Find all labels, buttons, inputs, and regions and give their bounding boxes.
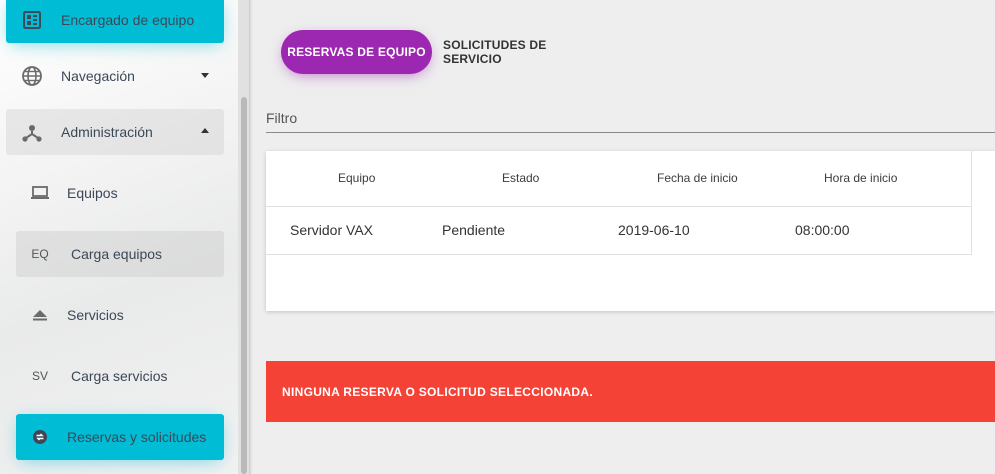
hub-icon [20,120,44,144]
sidebar-item-label: Carga servicios [71,368,168,384]
sidebar-item-label: Administración [61,124,153,140]
sidebar-item-administracion[interactable]: Administración [6,109,224,155]
globe-icon [20,64,44,88]
sidebar-item-servicios[interactable]: Servicios [16,292,224,338]
sidebar-item-carga-equipos[interactable]: EQ Carga equipos [16,231,224,277]
cell-fecha-inicio: 2019-06-10 [618,222,690,238]
mini-label: EQ [31,247,49,261]
filter-input[interactable] [266,104,995,132]
sidebar-item-label: Carga equipos [71,246,163,262]
swap-icon [28,429,52,445]
sidebar-item-navegacion[interactable]: Navegación [6,54,224,98]
no-selection-alert: NINGUNA RESERVA O SOLICITUD SELECCIONADA… [266,361,995,422]
sidebar-item-label: Equipos [67,185,118,201]
sidebar-item-reservas-solicitudes[interactable]: Reservas y solicitudes [16,414,224,460]
sidebar-item-label: Navegación [61,68,135,84]
laptop-icon [28,186,52,200]
sidebar-item-equipos[interactable]: Equipos [16,170,224,216]
sidebar-item-label: Encargado de equipo [61,12,195,28]
sidebar-item-carga-servicios[interactable]: SV Carga servicios [16,353,224,399]
main-content: RESERVAS DE EQUIPO SOLICITUDES DE SERVIC… [253,0,995,474]
column-header-equipo[interactable]: Equipo [338,171,375,185]
tab-solicitudes-servicio[interactable]: SOLICITUDES DE SERVICIO [443,30,607,74]
reservations-table-card: Equipo Estado Fecha de inicio Hora de in… [266,151,995,311]
mini-label: SV [31,369,48,383]
eject-icon [28,309,52,321]
cell-estado: Pendiente [442,222,506,238]
cell-hora-inicio: 08:00:00 [795,222,850,238]
table-divider [971,151,972,255]
column-header-fecha-inicio[interactable]: Fecha de inicio [657,171,738,185]
sidebar-item-label: Servicios [67,307,124,323]
chevron-down-icon [201,73,209,78]
sidebar-scrollbar-thumb[interactable] [241,97,247,474]
filter-field [266,104,995,133]
sidebar: Encargado de equipo Navegación Administr… [0,0,250,474]
table-header: Equipo Estado Fecha de inicio Hora de in… [266,151,971,207]
column-header-estado[interactable]: Estado [502,171,539,185]
table-row[interactable]: Servidor VAX Pendiente 2019-06-10 08:00:… [266,207,971,255]
chevron-up-icon [201,128,209,133]
dashboard-icon [20,8,44,32]
column-header-hora-inicio[interactable]: Hora de inicio [824,171,897,185]
cell-equipo: Servidor VAX [290,222,373,238]
sidebar-item-label: Reservas y solicitudes [67,429,207,445]
tab-reservas-equipo[interactable]: RESERVAS DE EQUIPO [281,30,432,74]
sidebar-item-encargado[interactable]: Encargado de equipo [6,0,224,43]
